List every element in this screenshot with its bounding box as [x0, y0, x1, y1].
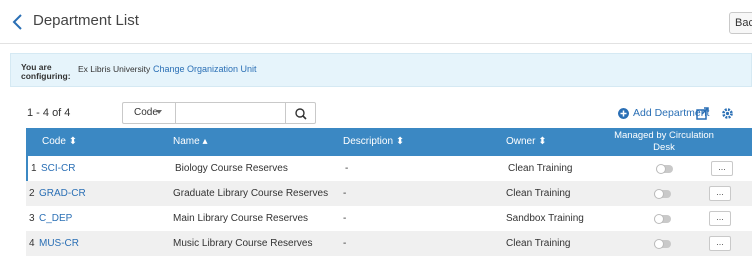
column-header-description[interactable]: Description ⬍ [343, 128, 404, 156]
toggle-knob [654, 239, 664, 249]
change-organization-link[interactable]: Change Organization Unit [153, 64, 257, 74]
code-link[interactable]: GRAD-CR [39, 181, 86, 206]
code-link[interactable]: SCI-CR [41, 156, 75, 181]
row-number: 3 [29, 213, 35, 224]
toggle-knob [654, 214, 664, 224]
table-row[interactable]: 1 SCI-CR Biology Course Reserves - Clean… [26, 156, 752, 181]
owner-cell: Sandbox Training [506, 213, 584, 224]
row-number: 1 [31, 163, 37, 174]
search-field-select[interactable]: Code [122, 102, 175, 124]
gear-icon[interactable] [721, 107, 734, 120]
managed-toggle[interactable] [656, 164, 673, 174]
row-actions-button[interactable]: ... [709, 186, 731, 201]
owner-cell: Clean Training [506, 238, 571, 249]
column-header-managed: Managed by Circulation Desk [614, 130, 714, 153]
name-cell: Biology Course Reserves [175, 163, 288, 174]
name-cell: Graduate Library Course Reserves [173, 188, 329, 199]
table-row[interactable]: 2 GRAD-CR Graduate Library Course Reserv… [26, 181, 752, 206]
organization-name: Ex Libris University [78, 64, 151, 74]
managed-toggle[interactable] [654, 239, 671, 249]
sort-icon: ⬍ [395, 136, 405, 147]
row-number: 2 [29, 188, 35, 199]
plus-circle-icon[interactable] [618, 108, 629, 119]
name-cell: Main Library Course Reserves [173, 213, 309, 224]
back-chevron-icon[interactable] [9, 12, 27, 32]
managed-toggle[interactable] [654, 189, 671, 199]
configuring-banner: You are configuring: Ex Libris Universit… [10, 53, 752, 87]
toggle-knob [654, 189, 664, 199]
code-link[interactable]: C_DEP [39, 206, 72, 231]
description-cell: - [345, 163, 349, 174]
table-header: Code ⬍ Name ▴ Description ⬍ Owner ⬍ Mana… [26, 128, 752, 156]
row-actions-button[interactable]: ... [709, 211, 731, 226]
code-link[interactable]: MUS-CR [39, 231, 79, 256]
description-cell: - [343, 238, 347, 249]
back-button[interactable]: Back [729, 12, 752, 34]
table-row[interactable]: 4 MUS-CR Music Library Course Reserves -… [26, 231, 752, 256]
sort-icon: ⬍ [538, 136, 547, 147]
description-cell: - [343, 188, 347, 199]
export-icon[interactable] [696, 107, 709, 120]
owner-cell: Clean Training [506, 188, 571, 199]
search-icon [295, 108, 307, 120]
description-cell: - [343, 213, 347, 224]
sort-icon: ⬍ [68, 136, 78, 147]
page-header: Department List Back [0, 0, 752, 44]
configuring-label: You are configuring: [21, 62, 71, 81]
row-actions-button[interactable]: ... [709, 236, 731, 251]
column-header-owner[interactable]: Owner ⬍ [506, 128, 547, 156]
managed-toggle[interactable] [654, 214, 671, 224]
row-number: 4 [29, 238, 35, 249]
caret-down-icon [156, 110, 162, 114]
search-input[interactable] [175, 102, 286, 124]
search-button[interactable] [286, 102, 316, 124]
page-title: Department List [33, 12, 139, 29]
sort-ascending-icon: ▴ [202, 136, 208, 147]
toggle-knob [656, 164, 666, 174]
table-row[interactable]: 3 C_DEP Main Library Course Reserves - S… [26, 206, 752, 231]
row-actions-button[interactable]: ... [711, 161, 733, 176]
name-cell: Music Library Course Reserves [173, 238, 313, 249]
column-header-code[interactable]: Code ⬍ [42, 128, 77, 156]
owner-cell: Clean Training [508, 163, 573, 174]
column-header-name[interactable]: Name ▴ [173, 128, 208, 156]
results-count: 1 - 4 of 4 [27, 107, 71, 119]
